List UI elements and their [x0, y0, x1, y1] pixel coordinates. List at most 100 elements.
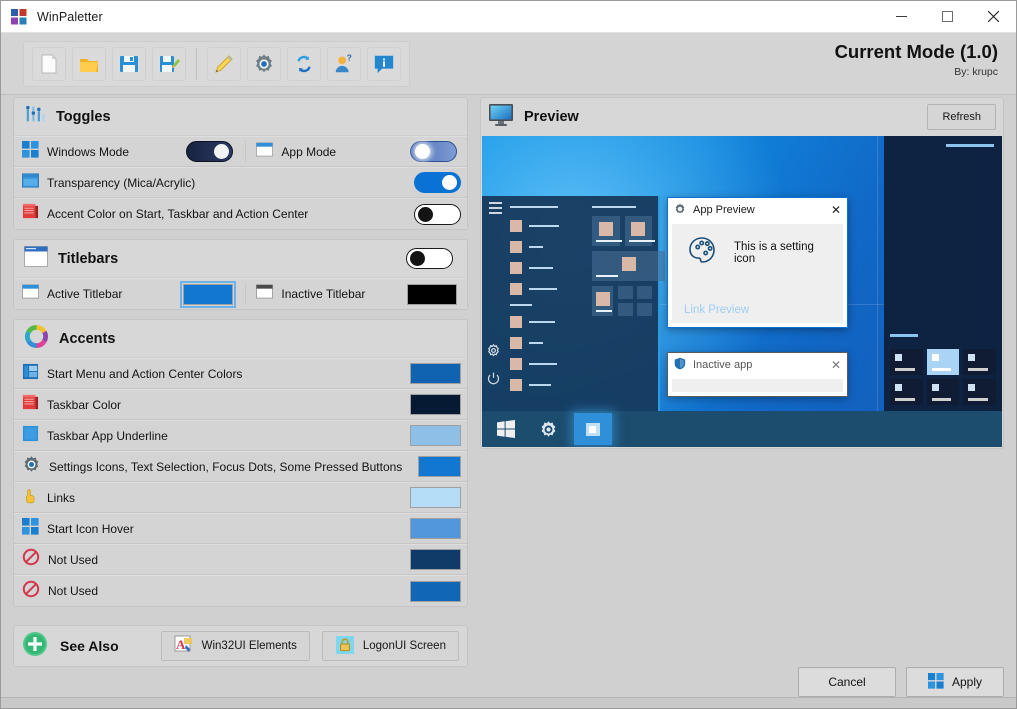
row-accent-color-on-surfaces[interactable]: Accent Color on Start, Taskbar and Actio…	[14, 198, 467, 229]
windows-logo-icon	[22, 517, 39, 540]
quick-action-tile[interactable]	[890, 379, 923, 405]
start-tile[interactable]	[592, 286, 613, 316]
quick-action-tile[interactable]	[963, 349, 996, 375]
active-titlebar-swatch[interactable]	[180, 280, 237, 308]
refresh-button[interactable]	[287, 46, 321, 81]
taskbar-preview[interactable]	[482, 411, 1002, 447]
start-app-item[interactable]	[510, 262, 586, 274]
close-icon[interactable]: ✕	[831, 358, 841, 372]
start-app-item[interactable]	[510, 379, 586, 391]
row-settings-icons[interactable]: Settings Icons, Text Selection, Focus Do…	[14, 451, 467, 482]
row-windows-mode-app-mode: Windows Mode App Mode	[14, 136, 467, 167]
taskbar-color-swatch[interactable]	[410, 394, 461, 415]
active-titlebar-item[interactable]: Active Titlebar	[22, 280, 237, 308]
plus-circle-icon	[22, 631, 48, 662]
not-used-2-swatch[interactable]	[410, 580, 461, 602]
toggles-group-header: Toggles	[14, 98, 467, 136]
start-menu-colors-swatch[interactable]	[410, 363, 461, 384]
app-preview-title: App Preview	[693, 204, 755, 216]
taskbar-app-underline-swatch[interactable]	[410, 425, 461, 446]
accents-group: Accents Start Menu and Action Center Col…	[13, 319, 468, 607]
start-app-item[interactable]	[510, 358, 586, 370]
see-also-bar: See Also A Win32UI Elements LogonUI Scre…	[13, 625, 468, 667]
cancel-button[interactable]: Cancel	[798, 667, 896, 697]
close-button[interactable]	[970, 1, 1016, 33]
row-start-icon-hover[interactable]: Start Icon Hover	[14, 513, 467, 544]
start-button-icon[interactable]	[490, 413, 522, 445]
start-power-icon[interactable]	[486, 371, 501, 391]
open-file-button[interactable]	[72, 46, 106, 81]
info-button[interactable]	[367, 46, 401, 81]
quick-action-tile-active[interactable]	[926, 349, 960, 375]
start-settings-gear-icon[interactable]	[486, 343, 501, 363]
settings-icons-swatch[interactable]	[418, 456, 461, 477]
apply-button[interactable]: Apply	[906, 667, 1004, 697]
not-used-1-swatch[interactable]	[410, 549, 461, 570]
save-floppy-icon	[118, 53, 140, 75]
account-button[interactable]: ?	[327, 46, 361, 81]
quick-actions-label-bar	[890, 334, 918, 337]
row-taskbar-app-underline[interactable]: Taskbar App Underline	[14, 420, 467, 451]
inactive-titlebar-item[interactable]: Inactive Titlebar	[245, 283, 461, 305]
windows-mode-item[interactable]: Windows Mode	[22, 140, 237, 163]
inactive-app-window[interactable]: Inactive app ✕	[667, 352, 848, 397]
save-button[interactable]	[112, 46, 146, 81]
start-app-item[interactable]	[510, 283, 586, 295]
windows-mode-toggle[interactable]	[186, 141, 234, 162]
start-app-item[interactable]	[510, 241, 586, 253]
quick-action-tile[interactable]	[890, 349, 923, 375]
link-preview-text[interactable]: Link Preview	[684, 304, 749, 316]
start-tile[interactable]	[592, 216, 622, 246]
row-not-used-2[interactable]: Not Used	[14, 575, 467, 606]
transparency-toggle[interactable]	[414, 172, 461, 193]
start-menu-preview[interactable]	[482, 196, 665, 411]
start-tile-wide[interactable]	[592, 251, 665, 281]
sliders-icon	[24, 103, 46, 130]
blocked-icon	[22, 580, 40, 603]
start-tile-small[interactable]	[618, 286, 633, 299]
logonui-screen-button[interactable]: LogonUI Screen	[321, 631, 459, 661]
new-file-button[interactable]	[32, 46, 66, 81]
maximize-button[interactable]	[924, 1, 970, 33]
quick-action-tile[interactable]	[926, 379, 960, 405]
row-taskbar-color[interactable]: Taskbar Color	[14, 389, 467, 420]
win32ui-elements-button[interactable]: A Win32UI Elements	[160, 631, 310, 661]
action-center-preview[interactable]	[884, 136, 1002, 411]
settings-button[interactable]	[247, 46, 281, 81]
apply-button-label: Apply	[951, 675, 983, 689]
refresh-preview-button[interactable]: Refresh	[927, 104, 996, 130]
start-tile-small[interactable]	[637, 303, 652, 316]
current-mode-author: By: krupc	[954, 66, 998, 78]
start-tile[interactable]	[624, 216, 655, 246]
row-links[interactable]: Links	[14, 482, 467, 513]
palette-icon	[686, 234, 718, 271]
app-window-icon	[256, 141, 274, 162]
edit-button[interactable]	[207, 46, 241, 81]
start-app-item[interactable]	[510, 316, 586, 328]
links-swatch[interactable]	[410, 487, 461, 508]
open-folder-icon	[78, 53, 100, 75]
hamburger-icon	[489, 212, 502, 214]
app-preview-window[interactable]: App Preview ✕ This is a setting icon Lin…	[667, 197, 848, 328]
start-tile-small[interactable]	[637, 286, 652, 299]
app-mode-item[interactable]: App Mode	[245, 141, 461, 162]
titlebars-toggle[interactable]	[406, 248, 453, 269]
toggle-knob-icon	[410, 251, 425, 266]
row-not-used-1[interactable]: Not Used	[14, 544, 467, 575]
close-icon[interactable]: ✕	[831, 203, 841, 217]
inactive-titlebar-label: Inactive Titlebar	[281, 287, 366, 301]
accent-color-toggle[interactable]	[414, 203, 461, 225]
inactive-titlebar-swatch[interactable]	[407, 283, 457, 305]
taskbar-settings-icon[interactable]	[532, 413, 564, 445]
row-transparency[interactable]: Transparency (Mica/Acrylic)	[14, 167, 467, 198]
app-mode-toggle[interactable]	[410, 141, 457, 162]
taskbar-active-app[interactable]	[574, 413, 612, 445]
start-icon-hover-swatch[interactable]	[410, 518, 461, 539]
save-as-button[interactable]	[152, 46, 186, 81]
start-tile-small[interactable]	[618, 303, 633, 316]
minimize-button[interactable]	[878, 1, 924, 33]
quick-action-tile[interactable]	[963, 379, 996, 405]
row-start-menu-colors[interactable]: Start Menu and Action Center Colors	[14, 358, 467, 389]
start-app-item[interactable]	[510, 337, 586, 349]
start-app-item[interactable]	[510, 220, 586, 232]
